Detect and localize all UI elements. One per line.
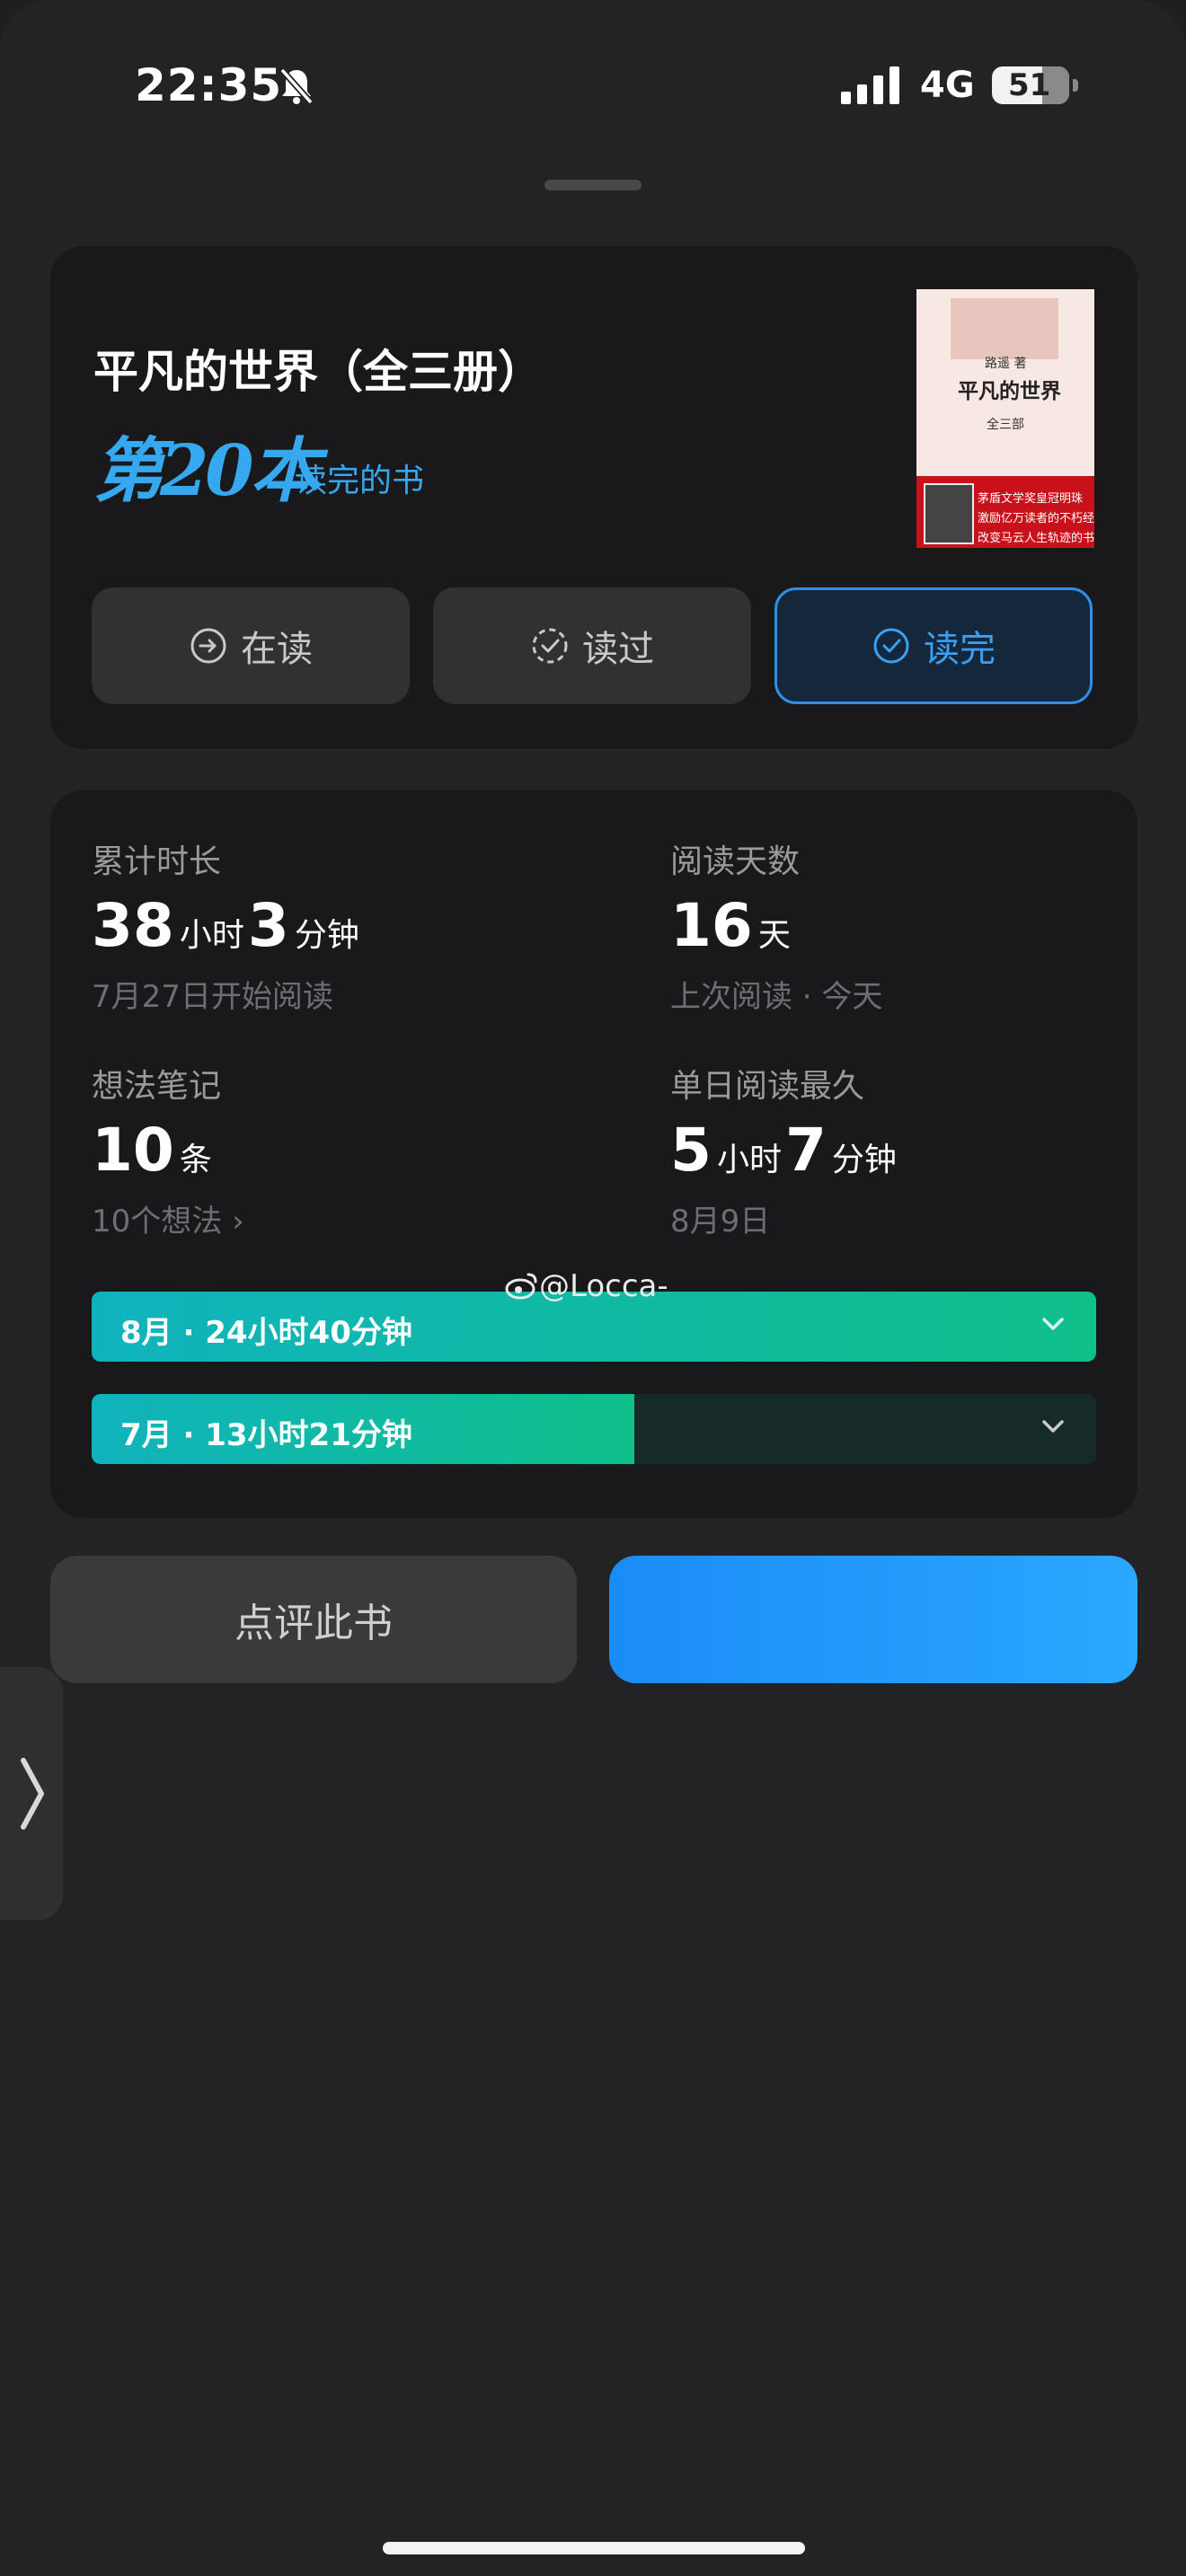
tab-reading-label: 在读 [241, 629, 313, 670]
weibo-logo-icon [505, 1273, 537, 1300]
book-title: 平凡的世界（全三册） [93, 346, 543, 398]
minutes-unit: 分钟 [831, 1142, 897, 1178]
tab-read-label: 读过 [582, 629, 654, 670]
notes-unit: 条 [179, 1142, 212, 1178]
longest-day-hours: 5 [670, 1116, 712, 1185]
notes-label: 想法笔记 [92, 1068, 222, 1105]
minutes-unit: 分钟 [294, 917, 359, 954]
home-indicator[interactable] [383, 2542, 805, 2554]
sheet-grabber[interactable] [544, 180, 642, 190]
total-time-minutes: 3 [247, 891, 289, 960]
tab-reading[interactable]: 在读 [92, 587, 410, 704]
reading-days-label: 阅读天数 [670, 843, 801, 880]
finished-rank-suffix: 读完的书 [295, 463, 425, 499]
longest-day-date: 8月9日 [670, 1204, 771, 1239]
hours-unit: 小时 [179, 917, 244, 954]
reading-stats-card: 累计时长 38 小时3 分钟 7月27日开始阅读 阅读天数 16 天 上次阅读 · 今… [50, 790, 1137, 1518]
chevron-right-icon [21, 1758, 44, 1830]
cover-title: 平凡的世界 [958, 379, 1061, 403]
cover-band-line: 激励亿万读者的不朽经典 [978, 512, 1094, 525]
cover-subtitle: 全三部 [987, 418, 1024, 432]
book-card: 平凡的世界（全三册） 第20本 读完的书 路遥 著 平凡的世界 全三部 茅盾文学… [50, 246, 1137, 749]
cover-band-line: 改变马云人生轨迹的书 [978, 532, 1094, 545]
month-bar-july[interactable]: 7月 · 13小时21分钟 [92, 1394, 1096, 1464]
battery-icon: 51 [992, 66, 1069, 104]
longest-day-value: 5 小时7 分钟 [670, 1116, 900, 1185]
notes-count: 10 [92, 1116, 174, 1185]
month-bar-label: 8月 · 24小时40分钟 [120, 1315, 412, 1351]
tab-read[interactable]: 读过 [433, 587, 751, 704]
cellular-signal-icon [841, 66, 899, 104]
status-time: 22:35 [135, 59, 283, 111]
weibo-watermark: @Locca- [505, 1268, 668, 1304]
start-date: 7月27日开始阅读 [92, 979, 333, 1015]
cover-band-line: 茅盾文学奖皇冠明珠 [978, 492, 1084, 506]
battery-tip [1073, 79, 1078, 92]
total-time-hours: 38 [92, 891, 174, 960]
dashed-check-circle-icon [532, 628, 568, 664]
total-time-label: 累计时长 [92, 843, 222, 880]
book-cover[interactable]: 路遥 著 平凡的世界 全三部 茅盾文学奖皇冠明珠 激励亿万读者的不朽经典 改变马… [916, 289, 1094, 548]
total-time-value: 38 小时3 分钟 [92, 891, 363, 960]
chevron-down-icon [1042, 1318, 1064, 1330]
book-detail-sheet: 22:35 4G 51 平凡的世界（全三册） 第20本 读完的书 路遥 著 平凡… [0, 0, 1186, 2576]
month-bar-label: 7月 · 13小时21分钟 [120, 1417, 412, 1453]
chevron-down-icon [1042, 1420, 1064, 1433]
last-read: 上次阅读 · 今天 [670, 979, 883, 1015]
hours-unit: 小时 [716, 1142, 782, 1178]
notes-value: 10 条 [92, 1116, 216, 1185]
longest-day-minutes: 7 [784, 1116, 827, 1185]
check-circle-icon [873, 628, 909, 664]
days-unit: 天 [757, 917, 791, 954]
finished-rank: 第20本 [93, 430, 321, 512]
longest-day-label: 单日阅读最久 [670, 1068, 865, 1105]
author-portrait [924, 483, 974, 544]
bell-muted-icon [279, 67, 314, 105]
tab-finished-label: 读完 [924, 629, 996, 670]
watermark-text: @Locca- [539, 1268, 668, 1304]
side-drawer-handle[interactable] [0, 1667, 63, 1920]
ideas-link[interactable]: 10个想法 › [92, 1196, 244, 1240]
battery-level: 51 [1008, 67, 1051, 103]
network-type: 4G [920, 65, 975, 106]
cover-photo [951, 298, 1058, 359]
review-book-button[interactable]: 点评此书 [50, 1556, 577, 1683]
primary-action-button[interactable] [609, 1556, 1137, 1683]
reading-days-count: 16 [670, 891, 753, 960]
arrow-circle-icon [190, 628, 226, 664]
cover-author: 路遥 著 [985, 357, 1027, 371]
tab-finished[interactable]: 读完 [774, 587, 1093, 704]
reading-days-value: 16 天 [670, 891, 794, 960]
